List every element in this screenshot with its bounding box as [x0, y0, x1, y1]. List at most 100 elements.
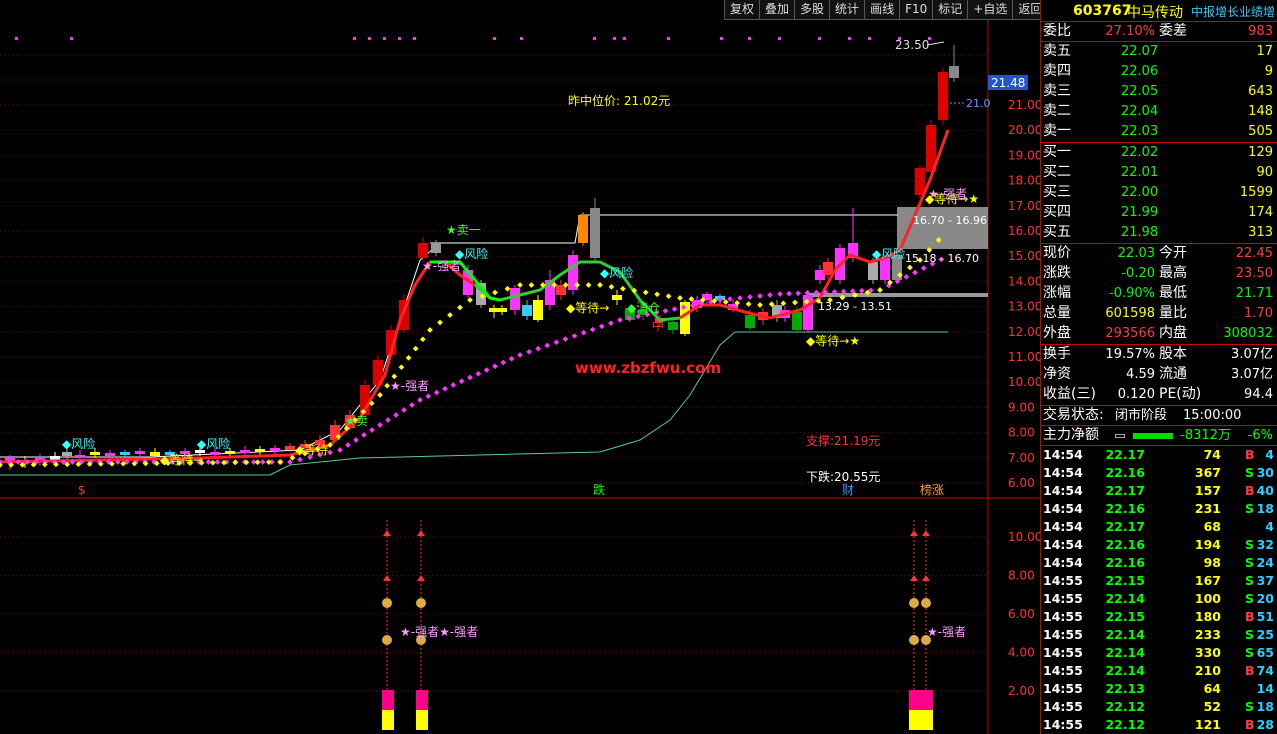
tick-row: 14:55 22.12 121 B 28 [1043, 717, 1274, 732]
bids-row[interactable]: 买四 21.99 174 [1041, 203, 1277, 223]
indicator-dot [795, 290, 802, 297]
sig-wait-1: ◆等待→ [566, 301, 609, 315]
money-bag-icon [909, 635, 919, 645]
asks-row[interactable]: 卖一 22.03 505 [1041, 122, 1277, 142]
stock-name: 中马传动 [1127, 5, 1183, 21]
high-pointer [926, 41, 945, 46]
toolbar-button-1[interactable]: 叠加 [759, 0, 795, 20]
sig-clear: ◆清仓 [627, 301, 660, 315]
quote-row: 涨跌 -0.20 最高 23.50 [1043, 265, 1273, 281]
price-tick: 9.00 [1008, 400, 1035, 414]
indicator-dot [598, 323, 605, 330]
indicator-dot [377, 392, 383, 398]
sig-strong-1: ★-强者 [422, 259, 461, 273]
price-tick: 18.00 [1008, 174, 1040, 188]
candle-body [938, 72, 948, 120]
indicator-dot [361, 432, 367, 438]
price-tick: 13.00 [1008, 300, 1040, 314]
sig-risk-4: ◆风险 [62, 436, 95, 451]
tick-row: 14:54 22.16 98 S 24 [1043, 555, 1274, 570]
ind-bar-top [921, 690, 933, 710]
tick-row: 14:54 22.17 74 B 4 [1043, 447, 1274, 462]
stock-header: 603767 中马传动 中报增长业绩增 [1041, 0, 1277, 22]
ind-bar-bottom [921, 710, 933, 730]
top-dot [593, 37, 596, 40]
toolbar-button-5[interactable]: F10 [899, 0, 933, 20]
toolbar-button-4[interactable]: 画线 [864, 0, 900, 20]
ind-tick: 2.00 [1008, 684, 1035, 698]
candle-body [105, 453, 115, 456]
sig-risk-2: ◆风险 [600, 265, 633, 280]
indicator-dot [433, 389, 440, 396]
indicator-dot [517, 352, 523, 358]
sig-strong-2: ★-强者 [390, 379, 429, 393]
ind-bar-bottom [416, 710, 428, 730]
indicator-dot [553, 339, 560, 346]
indicator-dot [442, 385, 448, 392]
candle-body [90, 452, 100, 455]
ask-book: 卖五 22.07 17 卖四 22.06 9 卖三 22.05 643 卖二 22.04 148 卖一 2… [1041, 42, 1277, 143]
event-mark: 榜涨 [920, 482, 944, 497]
indicator-dot [254, 459, 261, 466]
candle-body [792, 312, 802, 330]
high-price-label: 23.50 [895, 38, 929, 52]
indicator-dot [447, 312, 453, 318]
event-mark: $ [78, 483, 86, 497]
price-tick: 14.00 [1008, 274, 1040, 288]
indicator-dot [767, 292, 773, 298]
indicator-dot [475, 370, 482, 377]
indicator-dot [757, 293, 763, 299]
asks-row[interactable]: 卖五 22.07 17 [1041, 42, 1277, 62]
indicator-dot [483, 367, 490, 373]
price-tick: 17.00 [1008, 199, 1040, 213]
candle-body [150, 452, 160, 456]
money-bag-icon [416, 598, 426, 608]
watermark: www.zbzfwu.com [575, 359, 721, 377]
kline-chart[interactable]: 21.00 20.00 19.00 18.00 17.00 16.00 15.00 14.00… [0, 0, 1040, 734]
indicator-dot [662, 308, 669, 314]
bids-row[interactable]: 买三 22.00 1599 [1041, 183, 1277, 203]
toolbar-button-7[interactable]: +自选 [967, 0, 1013, 20]
bids-row[interactable]: 买五 21.98 313 [1041, 223, 1277, 243]
asks-row[interactable]: 卖二 22.04 148 [1041, 102, 1277, 122]
top-dot [520, 37, 523, 40]
up-arrow-icon [417, 575, 425, 581]
candle-body [240, 450, 250, 453]
sig-mid: 中 [652, 318, 664, 333]
ind-tick: 8.00 [1008, 569, 1035, 583]
bid-book: 买一 22.02 129 买二 22.01 90 买三 22.00 1599 买四 21.99 174… [1041, 143, 1277, 244]
toolbar-button-0[interactable]: 复权 [724, 0, 760, 20]
indicator-dot [903, 274, 910, 280]
money-bag-icon [382, 598, 392, 608]
price-tick: 8.00 [1008, 426, 1035, 440]
toolbar-button-6[interactable]: 标记 [932, 0, 968, 20]
resistance-line [430, 214, 898, 244]
up-arrow-icon [910, 530, 918, 536]
candle-body [578, 215, 588, 243]
event-mark: 财 [842, 483, 854, 497]
top-dot [413, 37, 416, 40]
fin-row: 收益(三) 0.120 PE(动) 94.4 [1043, 386, 1273, 402]
ind-strong-2: ★-强者 [927, 625, 966, 639]
bids-row[interactable]: 买一 22.02 129 [1041, 143, 1277, 163]
top-dot [848, 37, 851, 40]
tick-row: 14:55 22.15 167 S 37 [1043, 573, 1274, 588]
tick-row: 14:55 22.14 233 S 25 [1043, 627, 1274, 642]
asks-row[interactable]: 卖三 22.05 643 [1041, 82, 1277, 102]
stock-code: 603767 [1073, 3, 1132, 19]
indicator-dot [492, 289, 498, 296]
indicator-dot [209, 459, 216, 466]
ind-bar-bottom [382, 710, 394, 730]
range3-label: 13.29 - 13.51 [818, 300, 892, 313]
ind-bar-bottom [909, 710, 921, 730]
indicator-dot [417, 397, 423, 403]
toolbar-button-3[interactable]: 统计 [829, 0, 865, 20]
asks-row[interactable]: 卖四 22.06 9 [1041, 62, 1277, 82]
tick-list[interactable]: 14:54 22.17 74 B 4 14:54 22.16 367 S 30 14:54 22.17… [1041, 446, 1277, 734]
price-tick: 6.00 [1008, 476, 1035, 490]
toolbar-button-2[interactable]: 多股 [794, 0, 830, 20]
price-tick: 20.00 [1008, 123, 1040, 137]
indicator-dot [345, 442, 351, 448]
bids-row[interactable]: 买二 22.01 90 [1041, 163, 1277, 183]
indicator-dot [337, 447, 343, 453]
